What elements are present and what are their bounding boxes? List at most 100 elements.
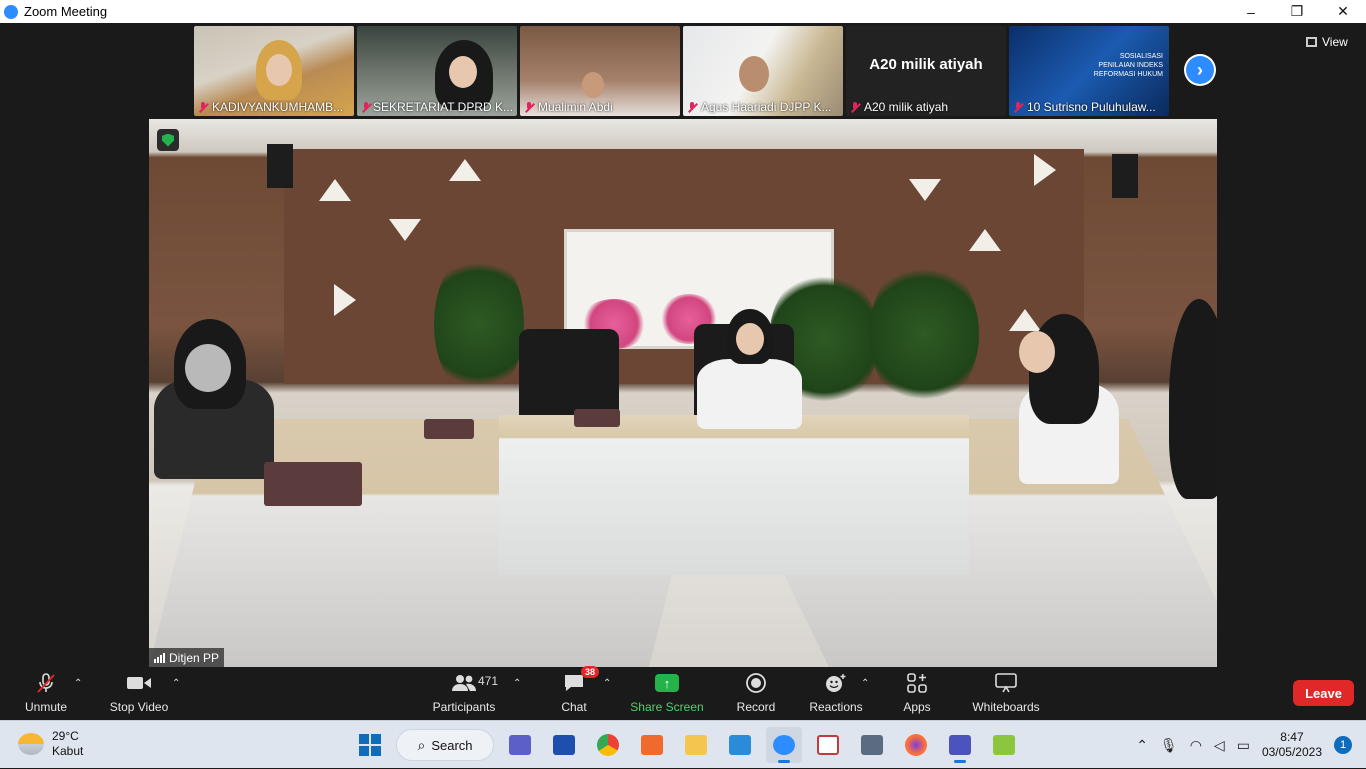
participants-count: 471 <box>478 674 499 688</box>
app-icon <box>817 735 839 755</box>
wall-decor <box>969 229 1001 251</box>
start-button[interactable] <box>352 727 388 763</box>
clock-time: 8:47 <box>1280 730 1304 744</box>
wall-decor <box>909 179 941 201</box>
close-button[interactable]: ✕ <box>1320 0 1366 23</box>
minimize-button[interactable]: – <box>1228 0 1274 23</box>
participant-thumbnail[interactable]: KADIVYANKUMHAMB... <box>194 26 354 116</box>
record-button[interactable]: Record <box>734 668 778 720</box>
participant-face <box>449 56 477 88</box>
taskbar-app-explorer[interactable] <box>678 727 714 763</box>
taskbar-app-notes[interactable] <box>722 727 758 763</box>
participant-thumbnail[interactable]: Mualimin Abdi <box>520 26 680 116</box>
video-options-chevron-icon[interactable]: ⌃ <box>172 678 180 689</box>
reactions-button[interactable]: Reactions <box>808 668 864 720</box>
participant-thumbnail[interactable]: A20 milik atiyah A20 milik atiyah <box>846 26 1006 116</box>
volume-icon[interactable]: ◁ <box>1214 737 1225 754</box>
view-button[interactable]: View <box>1306 35 1348 49</box>
plant <box>869 259 979 409</box>
participant-name-label: A20 milik atiyah <box>850 100 1002 114</box>
encryption-shield-indicator[interactable] <box>157 129 179 151</box>
participant-name-label: Agus Haariadi DJPP K... <box>687 100 839 114</box>
taskbar-app-maps[interactable] <box>986 727 1022 763</box>
participant-name: 10 Sutrisno Puluhulaw... <box>1027 100 1156 114</box>
chevron-up-icon[interactable]: ⌃ <box>1136 737 1148 754</box>
participant-name-label: KADIVYANKUMHAMB... <box>198 100 350 114</box>
search-label: Search <box>431 737 473 753</box>
taskbar-search-button[interactable]: ⌕ Search <box>396 729 494 761</box>
participant-name: KADIVYANKUMHAMB... <box>212 100 344 114</box>
stop-video-button[interactable]: Stop Video <box>106 668 172 720</box>
whiteboards-button[interactable]: Whiteboards <box>970 668 1042 720</box>
participant-name-label: Mualimin Abdi <box>524 100 676 114</box>
taskbar-apps: ⌕ Search <box>352 727 1022 763</box>
whiteboard-icon <box>993 672 1019 694</box>
participants-icon: 471 <box>451 672 498 694</box>
participant-thumbnail[interactable]: SEKRETARIAT DPRD K... <box>357 26 517 116</box>
taskbar-app-chrome[interactable] <box>590 727 626 763</box>
taskbar-app-firefox[interactable] <box>898 727 934 763</box>
active-speaker-name: Ditjen PP <box>169 650 220 665</box>
window-title: Zoom Meeting <box>24 4 108 19</box>
wall-decor <box>449 159 481 181</box>
battery-icon[interactable]: ▭ <box>1237 737 1250 754</box>
notification-badge[interactable]: 1 <box>1334 736 1352 754</box>
signal-strength-icon <box>154 652 165 663</box>
restore-button[interactable]: ❐ <box>1274 0 1320 23</box>
taskbar-clock[interactable]: 8:47 03/05/2023 <box>1262 730 1322 760</box>
microphone-icon[interactable]: 🎙 <box>1160 737 1178 754</box>
taskbar-app-snip[interactable] <box>634 727 670 763</box>
participant-name: Agus Haariadi DJPP K... <box>701 100 832 114</box>
leave-button[interactable]: Leave <box>1293 680 1354 706</box>
person-hijab <box>1169 299 1217 499</box>
smiley-plus-icon <box>823 672 849 694</box>
reactions-options-chevron-icon[interactable]: ⌃ <box>861 678 869 689</box>
muted-mic-icon <box>850 101 860 113</box>
share-screen-button[interactable]: ↑ Share Screen <box>630 668 704 720</box>
audio-options-chevron-icon[interactable]: ⌃ <box>74 678 82 689</box>
unmute-button[interactable]: Unmute <box>22 668 70 720</box>
shared-slide-title: SOSIALISASI PENILAIAN INDEKS REFORMASI H… <box>1093 53 1163 78</box>
teams-icon <box>949 735 971 755</box>
stop-video-label: Stop Video <box>109 700 169 714</box>
wifi-icon[interactable]: ◠ <box>1190 737 1202 754</box>
apps-button[interactable]: Apps <box>900 668 934 720</box>
participants-options-chevron-icon[interactable]: ⌃ <box>513 678 521 689</box>
participant-thumbnail[interactable]: SOSIALISASI PENILAIAN INDEKS REFORMASI H… <box>1009 26 1169 116</box>
participant-name: A20 milik atiyah <box>864 100 949 114</box>
weather-temperature: 29°C <box>52 729 79 743</box>
taskbar-app-zoom[interactable] <box>766 727 802 763</box>
chat-button[interactable]: 38 Chat <box>558 666 599 720</box>
taskbar-app-tool[interactable] <box>810 727 846 763</box>
meeting-stage: KADIVYANKUMHAMB... SEKRETARIAT DPRD K...… <box>0 23 1366 668</box>
participant-display-name: A20 milik atiyah <box>869 55 983 73</box>
notes-icon <box>729 735 751 755</box>
conference-table-center <box>499 415 969 575</box>
muted-mic-icon <box>687 101 697 113</box>
chat-unread-badge: 38 <box>580 666 599 678</box>
chat-options-chevron-icon[interactable]: ⌃ <box>603 678 611 689</box>
wall-speaker <box>267 144 293 188</box>
chrome-icon <box>597 734 619 756</box>
participant-thumbnail[interactable]: Agus Haariadi DJPP K... <box>683 26 843 116</box>
weather-fog-icon <box>18 733 44 755</box>
tissue-box <box>574 409 620 427</box>
wall-speaker <box>1112 154 1138 198</box>
wall-decor <box>334 284 356 316</box>
video-app-icon <box>509 735 531 755</box>
participants-button[interactable]: 471 Participants <box>432 668 498 720</box>
participants-label: Participants <box>432 700 496 714</box>
taskbar-app-meet[interactable] <box>502 727 538 763</box>
taskbar-app-calculator[interactable] <box>854 727 890 763</box>
unmute-label: Unmute <box>24 700 68 714</box>
calculator-icon <box>861 735 883 755</box>
taskbar-app-store[interactable] <box>546 727 582 763</box>
taskbar-app-teams[interactable] <box>942 727 978 763</box>
weather-widget[interactable]: 29°C Kabut <box>18 729 83 759</box>
tissue-box <box>264 462 362 506</box>
tissue-box <box>424 419 474 439</box>
active-speaker-video <box>149 119 1217 667</box>
weather-description: Kabut <box>52 744 84 758</box>
window-controls: – ❐ ✕ <box>1228 0 1366 23</box>
next-participants-button[interactable]: › <box>1184 54 1216 86</box>
